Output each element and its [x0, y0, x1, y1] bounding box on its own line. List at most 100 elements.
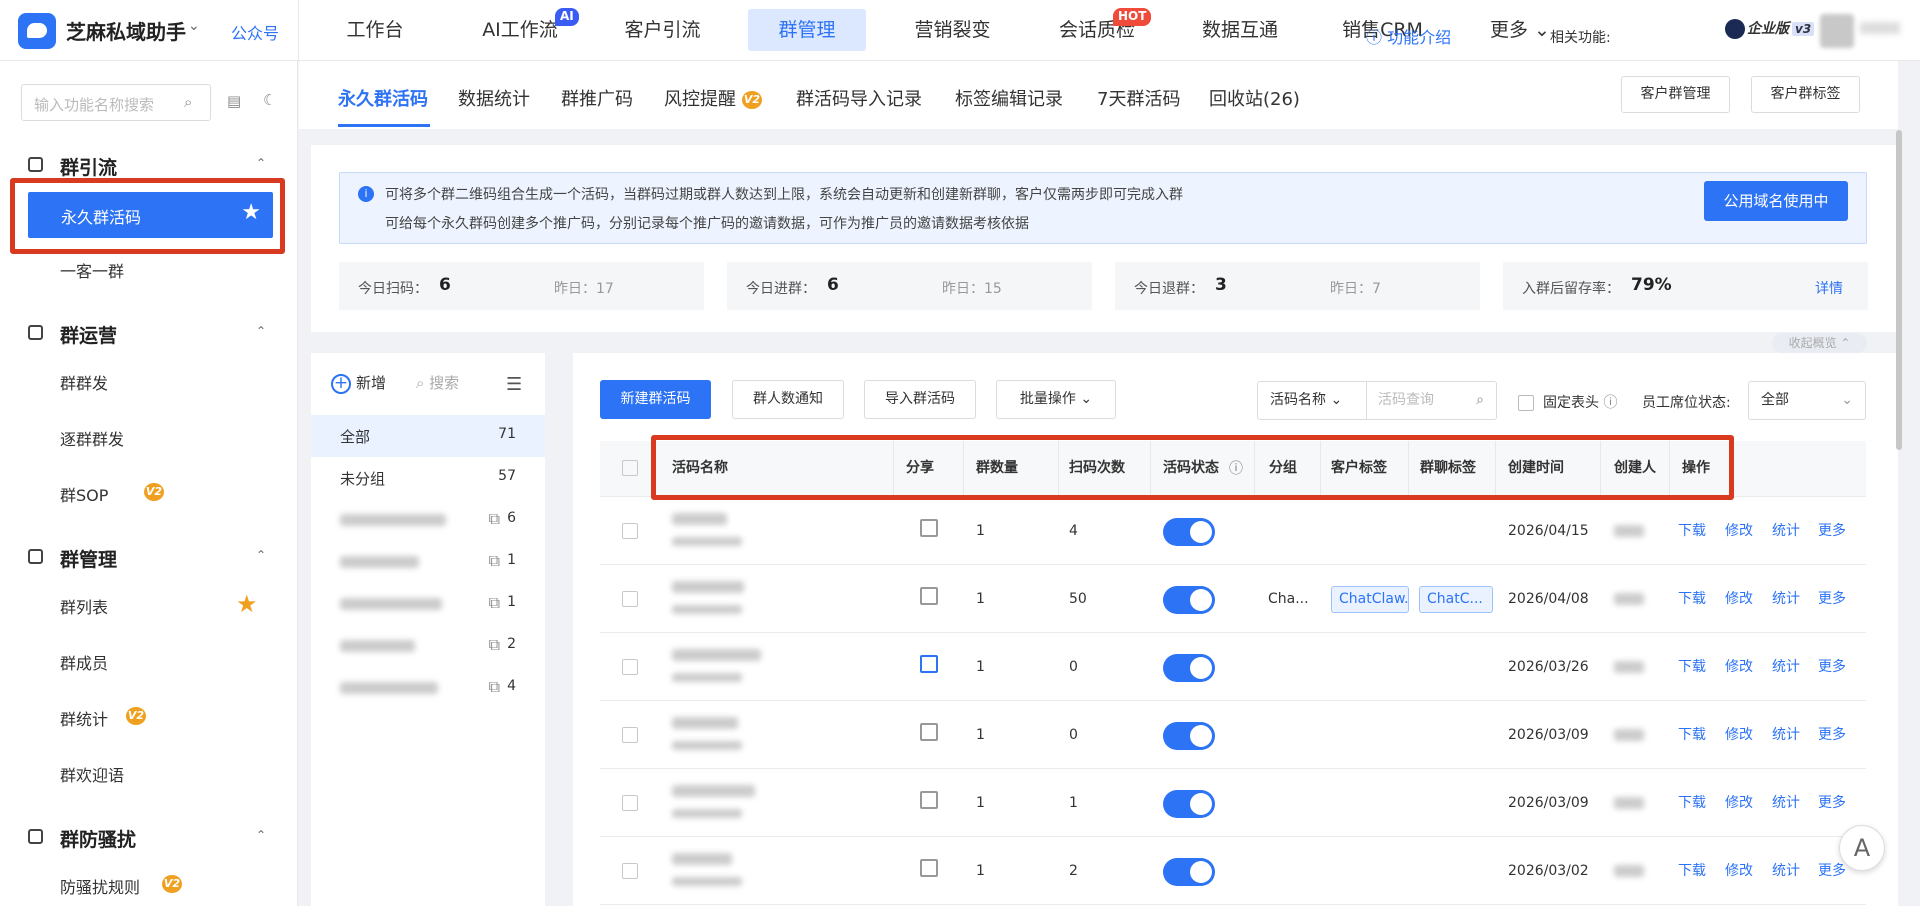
share-icon[interactable]: ⧉	[489, 593, 500, 613]
tab-4[interactable]: 群活码导入记录	[796, 85, 922, 111]
action-1[interactable]: 修改	[1725, 565, 1753, 633]
action-2[interactable]: 统计	[1772, 565, 1800, 633]
sidebar-item-1-2[interactable]: 群SOP V2	[0, 470, 297, 516]
search-icon[interactable]: ⌕	[184, 93, 192, 111]
topnav-item-2[interactable]: 客户引流	[600, 0, 725, 61]
tab-5[interactable]: 标签编辑记录	[955, 85, 1063, 111]
topnav-item-4[interactable]: 营销裂变	[890, 0, 1015, 61]
collapse-overview-button[interactable]: 收起概览 ⌃	[1772, 333, 1867, 353]
tab-3[interactable]: 风控提醒 V2	[664, 85, 762, 111]
live-code-name-blurred[interactable]	[672, 785, 755, 797]
action-0[interactable]: 下载	[1678, 837, 1706, 905]
tab-2[interactable]: 群推广码	[561, 85, 633, 111]
action-2[interactable]: 统计	[1772, 837, 1800, 905]
chevron-up-icon[interactable]: ⌃	[256, 156, 266, 170]
sidebar-search-input[interactable]: 输入功能名称搜索 ⌕	[21, 84, 211, 121]
sidebar-item-0-1[interactable]: 一客一群	[0, 246, 297, 292]
app-logo-icon[interactable]	[18, 13, 56, 49]
row-checkbox[interactable]	[622, 727, 638, 743]
customer-group-manage-button[interactable]: 客户群管理	[1621, 76, 1730, 113]
action-2[interactable]: 统计	[1772, 497, 1800, 565]
chevron-up-icon[interactable]: ⌃	[256, 828, 266, 842]
new-live-code-button[interactable]: 新建群活码	[600, 380, 711, 419]
import-live-code-button[interactable]: 导入群活码	[864, 380, 976, 419]
action-3[interactable]: 更多	[1818, 701, 1846, 769]
row-checkbox[interactable]	[622, 659, 638, 675]
edition-badge[interactable]: 企业版 v3	[1725, 18, 1815, 39]
share-icon[interactable]	[920, 519, 938, 537]
chevron-up-icon[interactable]: ⌃	[256, 548, 266, 562]
group-list-item[interactable]: 未分组 57	[311, 457, 545, 499]
share-icon[interactable]	[920, 859, 938, 877]
action-3[interactable]: 更多	[1818, 769, 1846, 837]
status-toggle[interactable]	[1163, 654, 1215, 682]
topnav-item-5[interactable]: 会话质检 HOT	[1033, 0, 1161, 61]
tab-1[interactable]: 数据统计	[458, 85, 530, 111]
group-list-item[interactable]: ⧉ 1	[311, 583, 545, 625]
chevron-down-icon[interactable]: ⌄	[188, 18, 200, 34]
live-code-search-input[interactable]: 活码查询 ⌕	[1366, 381, 1497, 420]
list-menu-icon[interactable]: ☰	[506, 374, 522, 395]
share-icon[interactable]: ⧉	[489, 551, 500, 571]
row-checkbox[interactable]	[622, 523, 638, 539]
tab-6[interactable]: 7天群活码	[1097, 85, 1180, 111]
add-group-button[interactable]: + 新增	[331, 372, 386, 394]
sidebar-item-2-2[interactable]: 群统计 V2	[0, 694, 297, 740]
calendar-icon[interactable]: ▤	[227, 92, 241, 110]
app-name[interactable]: 芝麻私域助手	[66, 16, 186, 45]
batch-operation-button[interactable]: 批量操作 ⌄	[996, 380, 1116, 419]
chevron-up-icon[interactable]: ⌃	[256, 324, 266, 338]
group-list-item[interactable]: ⧉ 6	[311, 499, 545, 541]
row-checkbox[interactable]	[622, 863, 638, 879]
share-icon[interactable]: ⧉	[489, 509, 500, 529]
action-1[interactable]: 修改	[1725, 701, 1753, 769]
group-list-item[interactable]: ⧉ 4	[311, 667, 545, 709]
action-1[interactable]: 修改	[1725, 497, 1753, 565]
customer-group-tag-button[interactable]: 客户群标签	[1751, 76, 1860, 113]
sidebar-group-2[interactable]: 群管理 ⌃	[0, 536, 297, 580]
live-code-name-blurred[interactable]	[672, 853, 732, 865]
topnav-item-3[interactable]: 群管理	[748, 9, 866, 51]
live-code-name-blurred[interactable]	[672, 717, 738, 729]
sidebar-group-3[interactable]: 群防骚扰 ⌃	[0, 816, 297, 860]
domain-button[interactable]: 公用域名使用中	[1704, 181, 1848, 221]
sidebar-item-2-0[interactable]: 群列表 ★	[0, 582, 297, 628]
select-all-checkbox[interactable]	[622, 460, 638, 476]
action-0[interactable]: 下载	[1678, 497, 1706, 565]
func-intro-link[interactable]: ⓘ 功能介绍	[1366, 24, 1451, 48]
share-icon[interactable]	[920, 655, 938, 673]
moon-icon[interactable]: ☾	[263, 91, 276, 109]
action-0[interactable]: 下载	[1678, 769, 1706, 837]
topnav-item-0[interactable]: 工作台	[320, 0, 430, 61]
action-2[interactable]: 统计	[1772, 701, 1800, 769]
gzh-link[interactable]: 公众号	[231, 20, 279, 44]
share-icon[interactable]	[920, 723, 938, 741]
action-2[interactable]: 统计	[1772, 769, 1800, 837]
share-icon[interactable]: ⧉	[489, 677, 500, 697]
action-1[interactable]: 修改	[1725, 633, 1753, 701]
sidebar-item-2-3[interactable]: 群欢迎语	[0, 750, 297, 796]
share-icon[interactable]	[920, 587, 938, 605]
live-code-name-blurred[interactable]	[672, 581, 744, 593]
stat-detail-link[interactable]: 详情	[1815, 278, 1843, 298]
topnav-item-6[interactable]: 数据互通	[1180, 0, 1300, 61]
status-toggle[interactable]	[1163, 518, 1215, 546]
group-list-item[interactable]: ⧉ 2	[311, 625, 545, 667]
sidebar-item-3-0[interactable]: 防骚扰规则 V2	[0, 862, 297, 906]
action-0[interactable]: 下载	[1678, 701, 1706, 769]
group-list-item[interactable]: 全部 71	[311, 415, 545, 457]
status-toggle[interactable]	[1163, 586, 1215, 614]
action-3[interactable]: 更多	[1818, 633, 1846, 701]
seat-status-select[interactable]: 全部 ⌄	[1748, 381, 1866, 420]
status-toggle[interactable]	[1163, 722, 1215, 750]
action-3[interactable]: 更多	[1818, 497, 1846, 565]
sidebar-item-2-1[interactable]: 群成员	[0, 638, 297, 684]
action-1[interactable]: 修改	[1725, 769, 1753, 837]
avatar[interactable]	[1820, 14, 1854, 48]
share-icon[interactable]	[920, 791, 938, 809]
filter-field-select[interactable]: 活码名称 ⌄	[1257, 381, 1367, 420]
sidebar-group-1[interactable]: 群运营 ⌃	[0, 312, 297, 356]
group-list-item[interactable]: ⧉ 1	[311, 541, 545, 583]
action-2[interactable]: 统计	[1772, 633, 1800, 701]
tab-7[interactable]: 回收站(26)	[1209, 85, 1300, 111]
